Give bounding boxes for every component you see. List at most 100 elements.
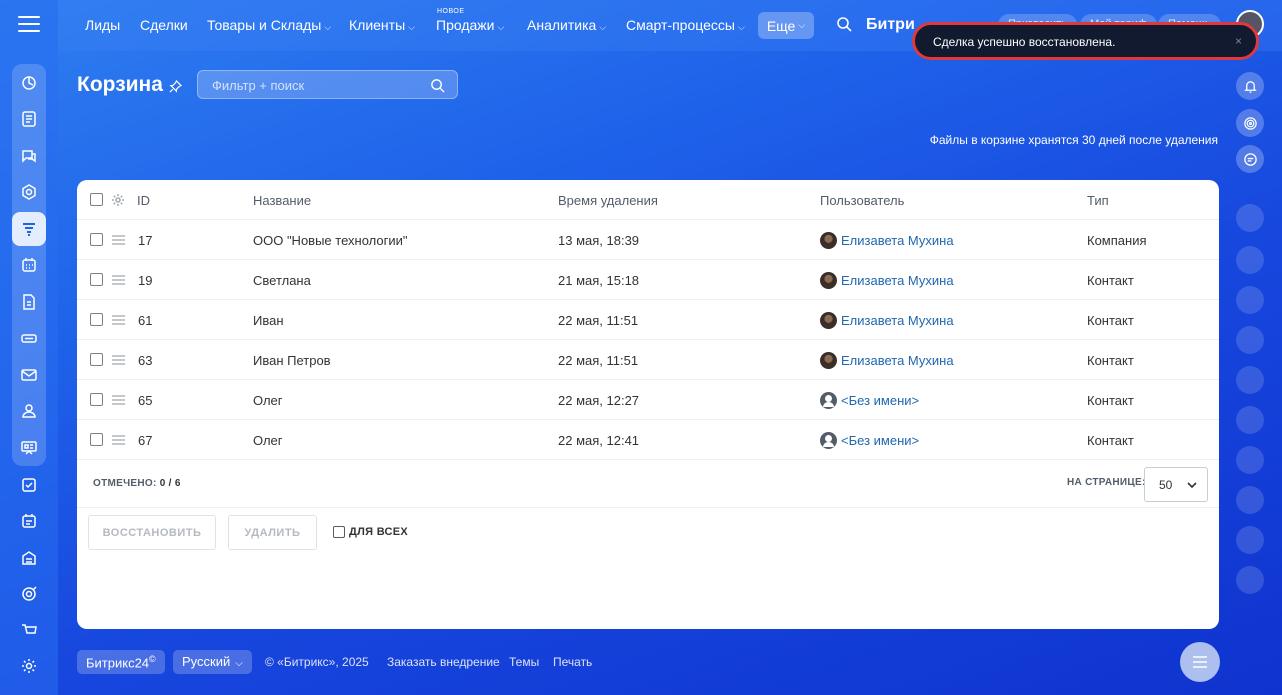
drag-handle-icon[interactable] [112, 395, 125, 405]
user-avatar [820, 352, 837, 369]
drag-handle-icon[interactable] [112, 235, 125, 245]
row-user-link[interactable]: Елизавета Мухина [841, 273, 954, 288]
presentation-icon[interactable] [12, 431, 46, 465]
language-select[interactable]: Русский ⌵ [173, 650, 252, 674]
hamburger-menu-icon[interactable] [18, 16, 40, 34]
pin-icon[interactable] [169, 80, 182, 93]
search-icon[interactable] [430, 78, 445, 93]
bitrix24-button[interactable]: Битрикс24© [77, 650, 165, 674]
nav-leads[interactable]: Лиды [85, 17, 120, 33]
column-header-deleted-at[interactable]: Время удаления [558, 193, 658, 208]
chevron-down-icon: ⌵ [737, 22, 745, 32]
delete-button[interactable]: УДАЛИТЬ [228, 515, 317, 550]
nav-products[interactable]: Товары и Склады ⌵ [207, 17, 331, 33]
crm-funnel-icon[interactable] [12, 212, 46, 246]
row-deleted-at: 13 мая, 18:39 [558, 233, 640, 248]
row-user-link[interactable]: <Без имени> [841, 433, 919, 448]
cart-icon[interactable] [12, 613, 46, 647]
column-header-name[interactable]: Название [253, 193, 311, 208]
per-page-select[interactable]: 50 [1144, 467, 1208, 502]
table-row[interactable]: 65 Олег 22 мая, 12:27 <Без имени> Контак… [77, 380, 1219, 420]
nav-more-label: Еще [766, 17, 796, 34]
table-row[interactable]: 19 Светлана 21 мая, 15:18 Елизавета Мухи… [77, 260, 1219, 300]
row-checkbox[interactable] [90, 313, 103, 326]
hexagon-icon[interactable] [12, 175, 46, 209]
gear-icon[interactable] [111, 193, 125, 207]
row-checkbox[interactable] [90, 433, 103, 446]
row-id: 19 [138, 273, 153, 288]
file-icon[interactable] [12, 285, 46, 319]
nav-analytics[interactable]: Аналитика ⌵ [527, 17, 606, 33]
calendar-icon[interactable] [12, 248, 46, 282]
chat-bubble-icon[interactable] [1236, 145, 1264, 173]
target-icon[interactable] [12, 577, 46, 611]
row-user-link[interactable]: Елизавета Мухина [841, 313, 954, 328]
row-checkbox[interactable] [90, 393, 103, 406]
task-check-icon[interactable] [12, 468, 46, 502]
table-row[interactable]: 63 Иван Петров 22 мая, 11:51 Елизавета М… [77, 340, 1219, 380]
row-user-link[interactable]: Елизавета Мухина [841, 353, 954, 368]
language-label: Русский [182, 654, 231, 669]
row-type: Контакт [1087, 273, 1134, 288]
retention-note: Файлы в корзине хранятся 30 дней после у… [929, 133, 1218, 147]
rail-placeholder [1236, 286, 1264, 314]
row-type: Контакт [1087, 393, 1134, 408]
settings-icon[interactable] [12, 649, 46, 683]
select-all-checkbox[interactable] [90, 193, 103, 206]
row-name: Иван Петров [253, 353, 331, 368]
nav-deals[interactable]: Сделки [140, 17, 188, 33]
fingerprint-icon[interactable] [1236, 109, 1264, 137]
column-header-type[interactable]: Тип [1087, 193, 1109, 208]
nav-smart-processes-label: Смарт-процессы [626, 17, 735, 33]
for-all-label: ДЛЯ ВСЕХ [349, 526, 409, 538]
planner-icon[interactable] [12, 504, 46, 538]
row-checkbox[interactable] [90, 353, 103, 366]
column-header-user[interactable]: Пользователь [820, 193, 904, 208]
row-user-link[interactable]: <Без имени> [841, 393, 919, 408]
row-id: 65 [138, 393, 153, 408]
row-checkbox[interactable] [90, 233, 103, 246]
drag-handle-icon[interactable] [112, 275, 125, 285]
table-row[interactable]: 61 Иван 22 мая, 11:51 Елизавета Мухина К… [77, 300, 1219, 340]
order-implementation-link[interactable]: Заказать внедрение [387, 655, 500, 669]
contacts-icon[interactable] [12, 394, 46, 428]
store-icon[interactable] [12, 541, 46, 575]
drive-icon[interactable] [12, 321, 46, 355]
chat-icon[interactable] [12, 139, 46, 173]
filter-search-input[interactable]: Фильтр + поиск [197, 70, 458, 99]
for-all-checkbox[interactable] [333, 526, 345, 538]
per-page-value: 50 [1159, 478, 1173, 492]
search-icon[interactable] [836, 16, 852, 32]
drag-handle-icon[interactable] [112, 355, 125, 365]
success-toast: Сделка успешно восстановлена. × [912, 22, 1259, 60]
nav-analytics-label: Аналитика [527, 17, 597, 33]
drag-handle-icon[interactable] [112, 435, 125, 445]
themes-link[interactable]: Темы [509, 655, 539, 669]
brand-logo[interactable]: Битри [866, 16, 915, 34]
column-header-id[interactable]: ID [137, 193, 150, 208]
document-list-icon[interactable] [12, 102, 46, 136]
row-user-link[interactable]: Елизавета Мухина [841, 233, 954, 248]
nav-sales[interactable]: Продажи ⌵ [436, 17, 504, 33]
row-id: 17 [138, 233, 153, 248]
activity-feed-button[interactable] [1180, 642, 1220, 682]
user-avatar [820, 312, 837, 329]
user-avatar [820, 232, 837, 249]
nav-more-button[interactable]: Еще ⌵ [758, 12, 814, 39]
chevron-down-icon: ⌵ [798, 20, 806, 30]
mail-icon[interactable] [12, 358, 46, 392]
nav-smart-processes[interactable]: Смарт-процессы ⌵ [626, 17, 745, 33]
nav-clients[interactable]: Клиенты ⌵ [349, 17, 415, 33]
close-icon[interactable]: × [1235, 34, 1242, 48]
table-row[interactable]: 17 ООО "Новые технологии" 13 мая, 18:39 … [77, 220, 1219, 260]
funnel-flow-icon[interactable] [12, 66, 46, 100]
print-link[interactable]: Печать [553, 655, 592, 669]
chevron-down-icon: ⌵ [324, 22, 332, 32]
row-checkbox[interactable] [90, 273, 103, 286]
chevron-down-icon: ⌵ [599, 22, 607, 32]
bell-icon[interactable] [1236, 72, 1264, 100]
row-name: ООО "Новые технологии" [253, 233, 408, 248]
drag-handle-icon[interactable] [112, 315, 125, 325]
table-row[interactable]: 67 Олег 22 мая, 12:41 <Без имени> Контак… [77, 420, 1219, 460]
restore-button[interactable]: ВОССТАНОВИТЬ [88, 515, 216, 550]
